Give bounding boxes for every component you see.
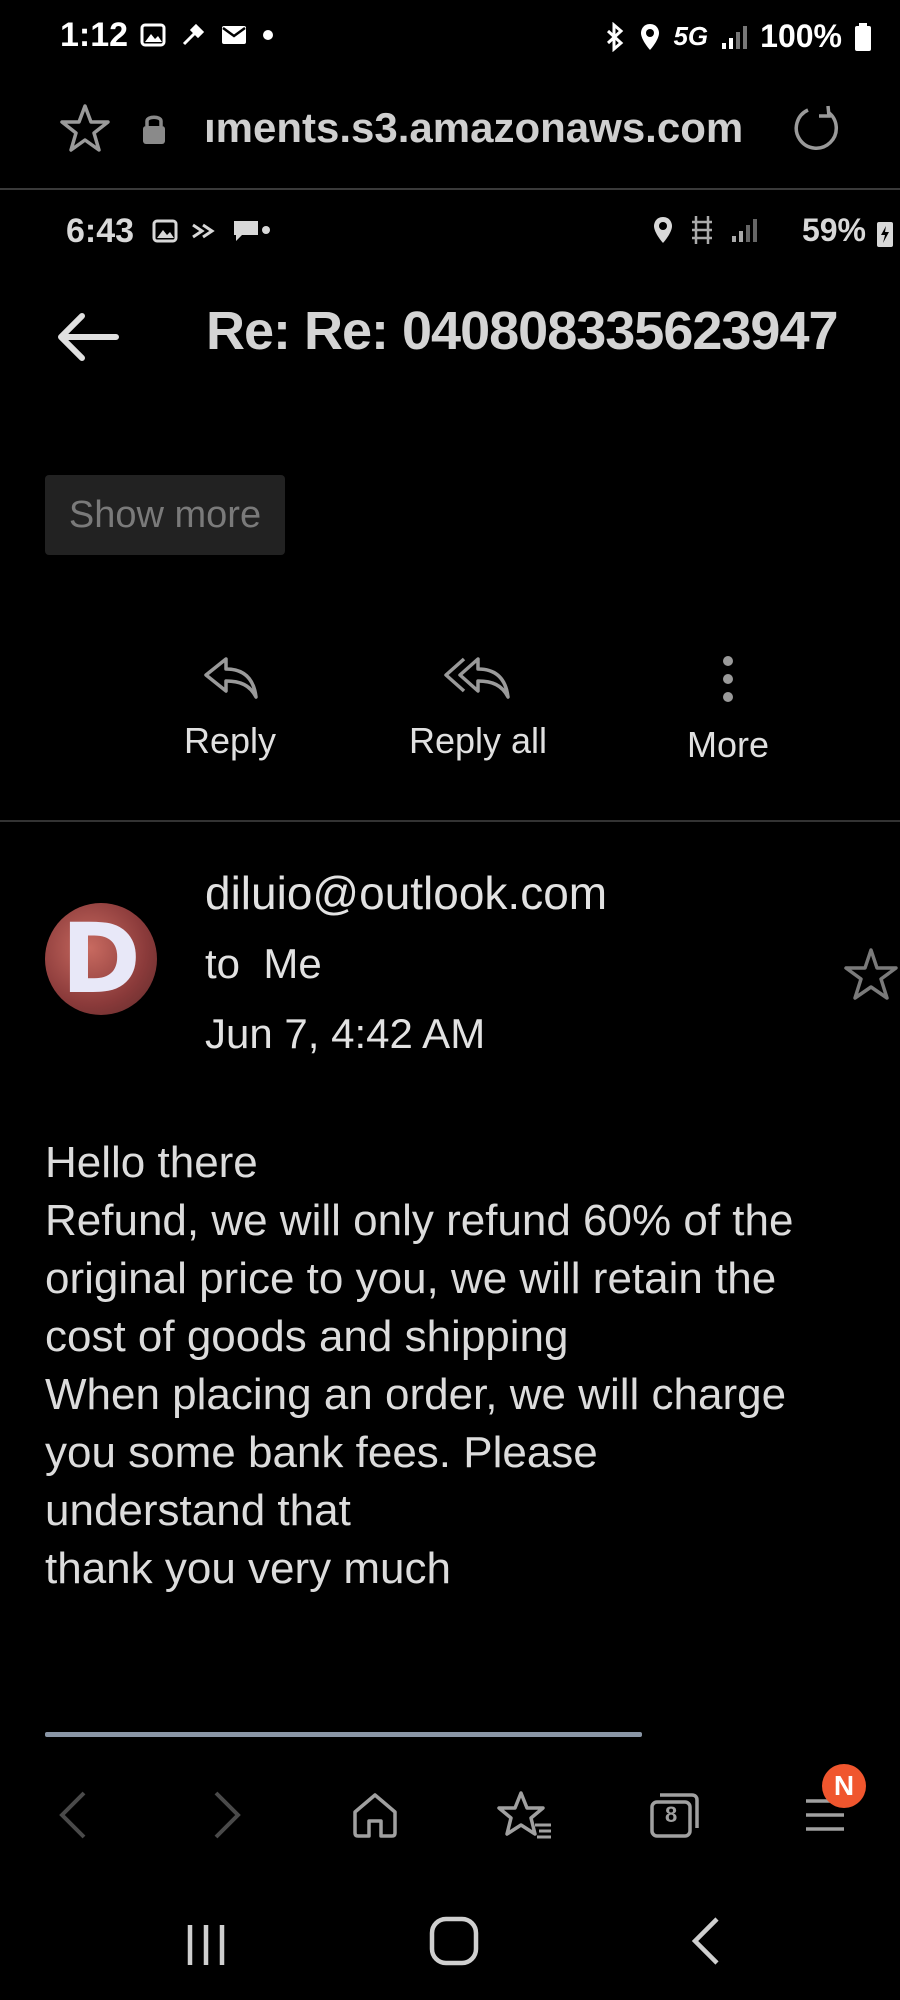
inner-system-icons <box>652 214 758 246</box>
home-square-icon <box>429 1916 479 1966</box>
tabs-button[interactable]: 8 <box>640 1780 710 1850</box>
location-icon <box>654 217 672 243</box>
mail-icon <box>222 26 246 44</box>
home-button[interactable] <box>340 1780 410 1850</box>
back-chevron-icon <box>691 1917 719 1965</box>
email-subject: Re: Re: 040808335623947 <box>206 301 839 361</box>
tabs-count: 8 <box>665 1802 678 1827</box>
recipient: to Me <box>205 940 322 987</box>
reply-all-icon <box>444 657 510 699</box>
home-icon <box>353 1793 397 1838</box>
inner-status-time: 6:43 <box>66 212 135 250</box>
back-arrow-icon[interactable] <box>56 312 120 362</box>
bluetooth-icon <box>607 21 624 52</box>
signal-icon <box>732 219 757 242</box>
browser-forward-button[interactable] <box>192 1780 262 1850</box>
system-navigation-bar <box>0 1895 900 2000</box>
menu-notification-badge: N <box>822 1764 866 1808</box>
bookmarks-star-icon <box>497 1791 551 1839</box>
body-line: original price to you, we will retain th… <box>45 1254 777 1303</box>
body-line: Hello there <box>45 1138 258 1187</box>
reply-all-label: Reply all <box>408 720 548 761</box>
reply-icon <box>204 657 258 699</box>
more-label: More <box>686 724 770 765</box>
status-bar: 1:12 5G 100% <box>0 0 900 74</box>
reply-button[interactable]: Reply <box>130 655 330 762</box>
avatar-letter: D <box>61 903 141 1015</box>
browser-back-button[interactable] <box>38 1780 108 1850</box>
lock-icon <box>143 115 165 144</box>
reply-label: Reply <box>183 720 277 761</box>
email-body: Hello there Refund, we will only refund … <box>45 1134 885 1598</box>
tools-icon <box>182 23 205 46</box>
url-bar: ıments.s3.amazonaws.com <box>0 78 900 190</box>
notification-icons <box>140 22 274 48</box>
body-line: Refund, we will only refund 60% of the <box>45 1196 794 1245</box>
recent-apps-button[interactable] <box>176 1915 236 1975</box>
body-line: thank you very much <box>45 1544 451 1593</box>
show-more-button[interactable]: Show more <box>45 475 285 555</box>
url-text[interactable]: ıments.s3.amazonaws.com <box>204 104 743 152</box>
star-icon[interactable] <box>842 946 900 1004</box>
email-date: Jun 7, 4:42 AM <box>205 1010 486 1057</box>
home-nav-button[interactable] <box>424 1911 484 1971</box>
browser-toolbar: 8 <box>0 1760 900 1870</box>
more-vertical-icon <box>723 656 733 702</box>
chat-icon <box>234 221 270 241</box>
forward-arrows-icon <box>192 223 215 239</box>
back-nav-button[interactable] <box>676 1911 736 1971</box>
more-button[interactable]: More <box>628 655 828 766</box>
scroll-progress <box>45 1732 642 1737</box>
gallery-icon <box>152 219 178 243</box>
body-line: When placing an order, we will charge <box>45 1370 787 1419</box>
inner-status-bar: 6:43 59% <box>0 196 900 266</box>
gallery-icon <box>140 23 166 47</box>
battery-icon <box>855 22 871 51</box>
battery-charging-icon <box>877 222 893 247</box>
inner-notification-icons <box>152 218 272 244</box>
bookmarks-button[interactable] <box>490 1780 560 1850</box>
system-icons: 5G 100% <box>603 18 872 55</box>
avatar[interactable]: D <box>45 903 157 1015</box>
reply-all-button[interactable]: Reply all <box>378 655 578 762</box>
dot-icon <box>263 30 273 40</box>
body-line: you some bank fees. Please <box>45 1428 598 1477</box>
divider <box>0 820 900 822</box>
body-line: cost of goods and shipping <box>45 1312 569 1361</box>
data-icon <box>692 216 712 244</box>
chevron-left-icon <box>59 1791 86 1839</box>
battery-percent: 100% <box>760 18 842 54</box>
reload-icon[interactable] <box>790 102 844 156</box>
status-time: 1:12 <box>60 16 129 54</box>
chevron-right-icon <box>214 1791 241 1839</box>
location-icon <box>641 23 660 50</box>
recent-apps-icon <box>187 1925 225 1965</box>
signal-icon <box>722 25 748 49</box>
body-line: understand that <box>45 1486 351 1535</box>
sender-email: diluio@outlook.com <box>205 867 608 919</box>
network-type: 5G <box>673 21 709 51</box>
inner-battery-percent: 59% <box>801 212 866 248</box>
bookmark-star-icon[interactable] <box>58 102 112 156</box>
